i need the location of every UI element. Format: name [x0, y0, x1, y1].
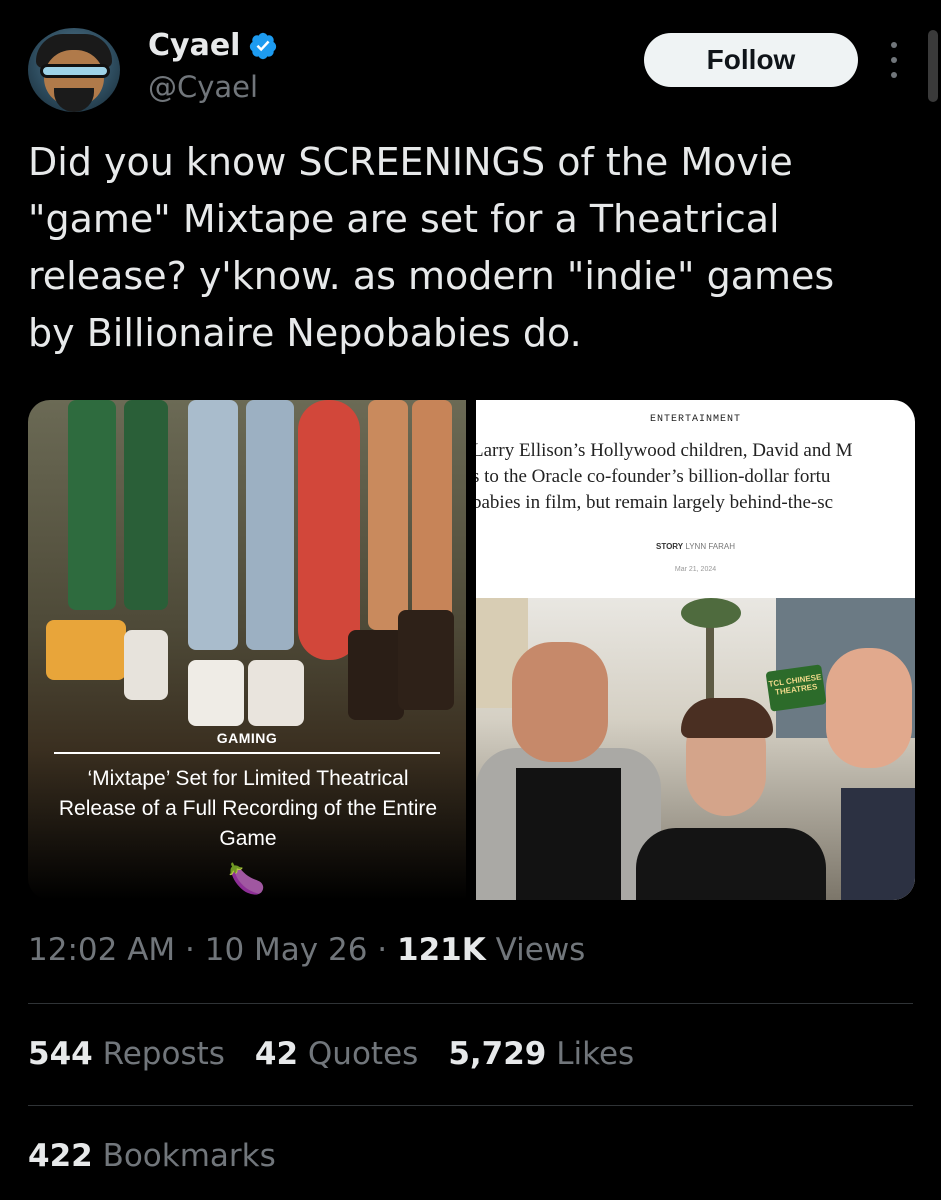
- tweet-stats: 544 Reposts 42 Quotes 5,729 Likes: [28, 1036, 634, 1072]
- divider: [54, 752, 440, 754]
- author-name[interactable]: Cyael: [148, 28, 240, 63]
- separator-dot: ·: [377, 932, 398, 968]
- quotes-label: Quotes: [307, 1036, 419, 1072]
- follow-button[interactable]: Follow: [644, 33, 858, 87]
- verified-badge-icon: [250, 32, 277, 59]
- media-image-mixtape[interactable]: GAMING ‘Mixtape’ Set for Limited Theatri…: [28, 400, 466, 900]
- bookmarks-stat[interactable]: 422 Bookmarks: [28, 1138, 276, 1174]
- article-date: Mar 21, 2024: [674, 566, 717, 573]
- photo-person-face: [826, 648, 912, 768]
- tweet-media[interactable]: GAMING ‘Mixtape’ Set for Limited Theatri…: [28, 400, 915, 900]
- illustration-shoe: [398, 610, 454, 710]
- photo-person-face: [512, 642, 608, 762]
- theatre-sign: TCL CHINESE THEATRES: [765, 664, 827, 712]
- tweet-date[interactable]: 10 May 26: [205, 932, 368, 968]
- article-line: Larry Ellison’s Hollywood children, Davi…: [476, 440, 853, 461]
- illustration-leg: [124, 400, 168, 610]
- illustration-shoe: [124, 630, 168, 700]
- illustration-shoe: [46, 620, 126, 680]
- likes-stat[interactable]: 5,729 Likes: [448, 1036, 634, 1072]
- bookmarks-label: Bookmarks: [102, 1138, 276, 1174]
- article-line: s to the Oracle co-founder’s billion-dol…: [476, 466, 831, 487]
- more-options-icon[interactable]: [884, 42, 904, 78]
- media-image-article[interactable]: ENTERTAINMENT Larry Ellison’s Hollywood …: [476, 400, 915, 900]
- views-count: 121K: [397, 932, 486, 968]
- divider: [28, 1105, 913, 1106]
- article-excerpt: Larry Ellison’s Hollywood children, Davi…: [476, 438, 915, 516]
- article-line: babies in film, but remain largely behin…: [476, 492, 834, 513]
- photo-palm-leaves: [681, 598, 741, 628]
- reposts-stat[interactable]: 544 Reposts: [28, 1036, 225, 1072]
- media-category-label: GAMING: [216, 730, 278, 746]
- author-name-row[interactable]: Cyael: [148, 28, 278, 63]
- article-photo: TCL CHINESE THEATRES: [476, 598, 915, 900]
- reposts-label: Reposts: [102, 1036, 225, 1072]
- bookmarks-count: 422: [28, 1138, 93, 1174]
- illustration-leg: [68, 400, 116, 610]
- illustration-leg: [246, 400, 294, 650]
- separator-dot: ·: [185, 932, 205, 968]
- photo-person-hair: [681, 698, 773, 738]
- illustration-skateboard: [298, 400, 360, 660]
- eggplant-icon: 🍆: [228, 862, 266, 897]
- byline-label: STORY: [656, 542, 684, 551]
- scrollbar[interactable]: [928, 30, 938, 102]
- media-headline: ‘Mixtape’ Set for Limited Theatrical Rel…: [58, 767, 438, 850]
- quotes-stat[interactable]: 42 Quotes: [255, 1036, 418, 1072]
- article-category: ENTERTAINMENT: [649, 414, 741, 425]
- divider: [28, 1003, 913, 1004]
- article-byline: STORY LYNN FARAH: [476, 542, 915, 551]
- byline-author: LYNN FARAH: [685, 542, 735, 551]
- illustration-shoe: [188, 660, 244, 726]
- reposts-count: 544: [28, 1036, 93, 1072]
- tweet-time[interactable]: 12:02 AM: [28, 932, 175, 968]
- illustration-shoe: [348, 630, 404, 720]
- avatar[interactable]: [28, 28, 120, 112]
- illustration-shoe: [248, 660, 304, 726]
- quotes-count: 42: [254, 1036, 299, 1072]
- tweet-meta: 12:02 AM · 10 May 26 · 121K Views: [28, 932, 585, 968]
- avatar-beard: [54, 88, 94, 112]
- likes-label: Likes: [556, 1036, 635, 1072]
- tweet-text: Did you know SCREENINGS of the Movie "ga…: [28, 140, 835, 355]
- likes-count: 5,729: [448, 1036, 547, 1072]
- photo-person-shirt: [516, 768, 621, 900]
- illustration-leg: [412, 400, 452, 620]
- photo-person-top: [636, 828, 826, 900]
- avatar-sunglasses: [40, 64, 110, 78]
- photo-person-shirt: [841, 788, 915, 900]
- illustration-leg: [368, 400, 408, 630]
- views-label: Views: [495, 932, 586, 968]
- author-handle[interactable]: @Cyael: [148, 70, 258, 104]
- illustration-leg: [188, 400, 238, 650]
